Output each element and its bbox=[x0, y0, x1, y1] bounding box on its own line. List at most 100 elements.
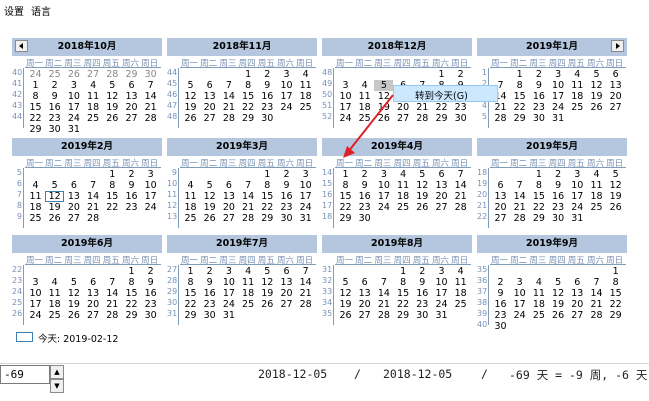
day-cell[interactable]: 18 bbox=[239, 288, 258, 299]
day-cell[interactable]: 15 bbox=[122, 288, 141, 299]
day-cell[interactable]: 9 bbox=[491, 288, 510, 299]
day-cell[interactable]: 8 bbox=[181, 277, 200, 288]
day-cell[interactable]: 10 bbox=[64, 91, 83, 102]
day-cell[interactable]: 19 bbox=[258, 288, 277, 299]
day-cell[interactable]: 21 bbox=[374, 299, 393, 310]
day-cell[interactable]: 4 bbox=[84, 80, 103, 91]
day-cell[interactable]: 2 bbox=[141, 266, 160, 277]
day-cell[interactable]: 24 bbox=[219, 299, 238, 310]
day-cell[interactable]: 7 bbox=[374, 277, 393, 288]
day-cell[interactable]: 5 bbox=[374, 80, 394, 91]
day-cell[interactable]: 24 bbox=[64, 113, 83, 124]
day-cell[interactable]: 6 bbox=[277, 266, 296, 277]
day-cell[interactable]: 3 bbox=[568, 169, 587, 180]
day-cell[interactable]: 8 bbox=[529, 180, 548, 191]
day-cell[interactable]: 4 bbox=[355, 80, 374, 91]
day-cell[interactable]: 16 bbox=[491, 299, 510, 310]
day-cell[interactable]: 29 bbox=[239, 113, 258, 124]
day-cell[interactable]: 15 bbox=[239, 91, 258, 102]
day-cell[interactable]: 16 bbox=[200, 288, 219, 299]
day-cell[interactable]: 8 bbox=[510, 80, 529, 91]
day-cell[interactable]: 12 bbox=[336, 288, 355, 299]
day-cell[interactable]: 4 bbox=[296, 69, 315, 80]
day-cell[interactable]: 18 bbox=[451, 288, 470, 299]
day-cell[interactable]: 1 bbox=[606, 266, 625, 277]
day-cell[interactable]: 23 bbox=[549, 202, 568, 213]
day-cell[interactable]: 25 bbox=[568, 102, 587, 113]
day-cell[interactable]: 17 bbox=[374, 191, 393, 202]
day-cell[interactable]: 18 bbox=[45, 299, 64, 310]
day-cell[interactable]: 17 bbox=[141, 191, 160, 202]
day-cell[interactable]: 5 bbox=[64, 277, 83, 288]
day-cell[interactable]: 13 bbox=[200, 91, 219, 102]
day-cell[interactable]: 30 bbox=[355, 213, 374, 224]
day-cell[interactable]: 29 bbox=[122, 69, 141, 80]
day-cell[interactable]: 12 bbox=[181, 91, 200, 102]
day-cell[interactable]: 3 bbox=[336, 80, 355, 91]
day-cell[interactable]: 23 bbox=[122, 202, 141, 213]
day-cell[interactable]: 29 bbox=[122, 310, 141, 321]
day-cell[interactable]: 2 bbox=[277, 169, 296, 180]
day-cell[interactable]: 31 bbox=[549, 113, 568, 124]
day-cell[interactable]: 13 bbox=[277, 277, 296, 288]
prev-month-button[interactable] bbox=[15, 40, 28, 52]
day-cell[interactable]: 24 bbox=[510, 310, 529, 321]
day-cell[interactable]: 6 bbox=[606, 69, 625, 80]
day-cell[interactable]: 22 bbox=[103, 202, 122, 213]
day-cell[interactable]: 11 bbox=[394, 180, 413, 191]
day-cell[interactable]: 12 bbox=[103, 91, 122, 102]
day-cell[interactable]: 22 bbox=[394, 299, 413, 310]
day-cell[interactable]: 30 bbox=[141, 69, 160, 80]
day-cell[interactable]: 24 bbox=[26, 69, 45, 80]
day-cell[interactable]: 6 bbox=[200, 80, 219, 91]
day-cell[interactable]: 30 bbox=[258, 113, 277, 124]
day-cell[interactable]: 21 bbox=[413, 102, 432, 113]
day-cell[interactable]: 3 bbox=[141, 169, 160, 180]
day-cell[interactable]: 2 bbox=[122, 169, 141, 180]
day-cell[interactable]: 21 bbox=[141, 102, 160, 113]
day-cell[interactable]: 2 bbox=[413, 266, 432, 277]
day-cell[interactable]: 22 bbox=[432, 102, 451, 113]
day-cell[interactable]: 28 bbox=[491, 113, 510, 124]
day-cell[interactable]: 6 bbox=[122, 80, 141, 91]
day-cell[interactable]: 16 bbox=[277, 191, 296, 202]
day-cell[interactable]: 22 bbox=[529, 202, 548, 213]
day-cell[interactable]: 10 bbox=[336, 91, 355, 102]
day-cell[interactable]: 28 bbox=[103, 310, 122, 321]
day-cell[interactable]: 24 bbox=[26, 310, 45, 321]
day-cell[interactable]: 26 bbox=[336, 310, 355, 321]
day-cell[interactable]: 1 bbox=[529, 169, 548, 180]
day-cell[interactable]: 16 bbox=[413, 288, 432, 299]
day-cell[interactable]: 13 bbox=[64, 191, 83, 202]
day-cell[interactable]: 27 bbox=[277, 299, 296, 310]
day-cell[interactable]: 19 bbox=[336, 299, 355, 310]
day-cell[interactable]: 12 bbox=[45, 191, 65, 202]
day-cell[interactable]: 21 bbox=[296, 288, 315, 299]
day-cell[interactable]: 27 bbox=[491, 213, 510, 224]
day-cell[interactable]: 20 bbox=[277, 288, 296, 299]
day-cell[interactable]: 20 bbox=[64, 202, 83, 213]
day-cell[interactable]: 8 bbox=[103, 180, 122, 191]
day-cell[interactable]: 3 bbox=[432, 266, 451, 277]
day-cell[interactable]: 22 bbox=[181, 299, 200, 310]
day-cell[interactable]: 19 bbox=[200, 202, 219, 213]
day-cell[interactable]: 12 bbox=[549, 288, 568, 299]
day-cell[interactable]: 15 bbox=[336, 191, 355, 202]
day-cell[interactable]: 10 bbox=[568, 180, 587, 191]
day-cell[interactable]: 25 bbox=[451, 299, 470, 310]
day-cell[interactable]: 17 bbox=[432, 288, 451, 299]
day-cell[interactable]: 13 bbox=[606, 80, 625, 91]
day-cell[interactable]: 24 bbox=[141, 202, 160, 213]
day-cell[interactable]: 23 bbox=[277, 202, 296, 213]
day-cell[interactable]: 27 bbox=[84, 69, 103, 80]
day-cell[interactable]: 5 bbox=[181, 80, 200, 91]
day-cell[interactable]: 16 bbox=[355, 191, 374, 202]
day-cell[interactable]: 27 bbox=[122, 113, 141, 124]
day-cell[interactable]: 1 bbox=[510, 69, 529, 80]
day-cell[interactable]: 15 bbox=[529, 191, 548, 202]
day-cell[interactable]: 29 bbox=[606, 310, 625, 321]
day-cell[interactable]: 23 bbox=[258, 102, 277, 113]
day-cell[interactable]: 13 bbox=[355, 288, 374, 299]
day-cell[interactable]: 11 bbox=[239, 277, 258, 288]
day-cell[interactable]: 8 bbox=[394, 277, 413, 288]
